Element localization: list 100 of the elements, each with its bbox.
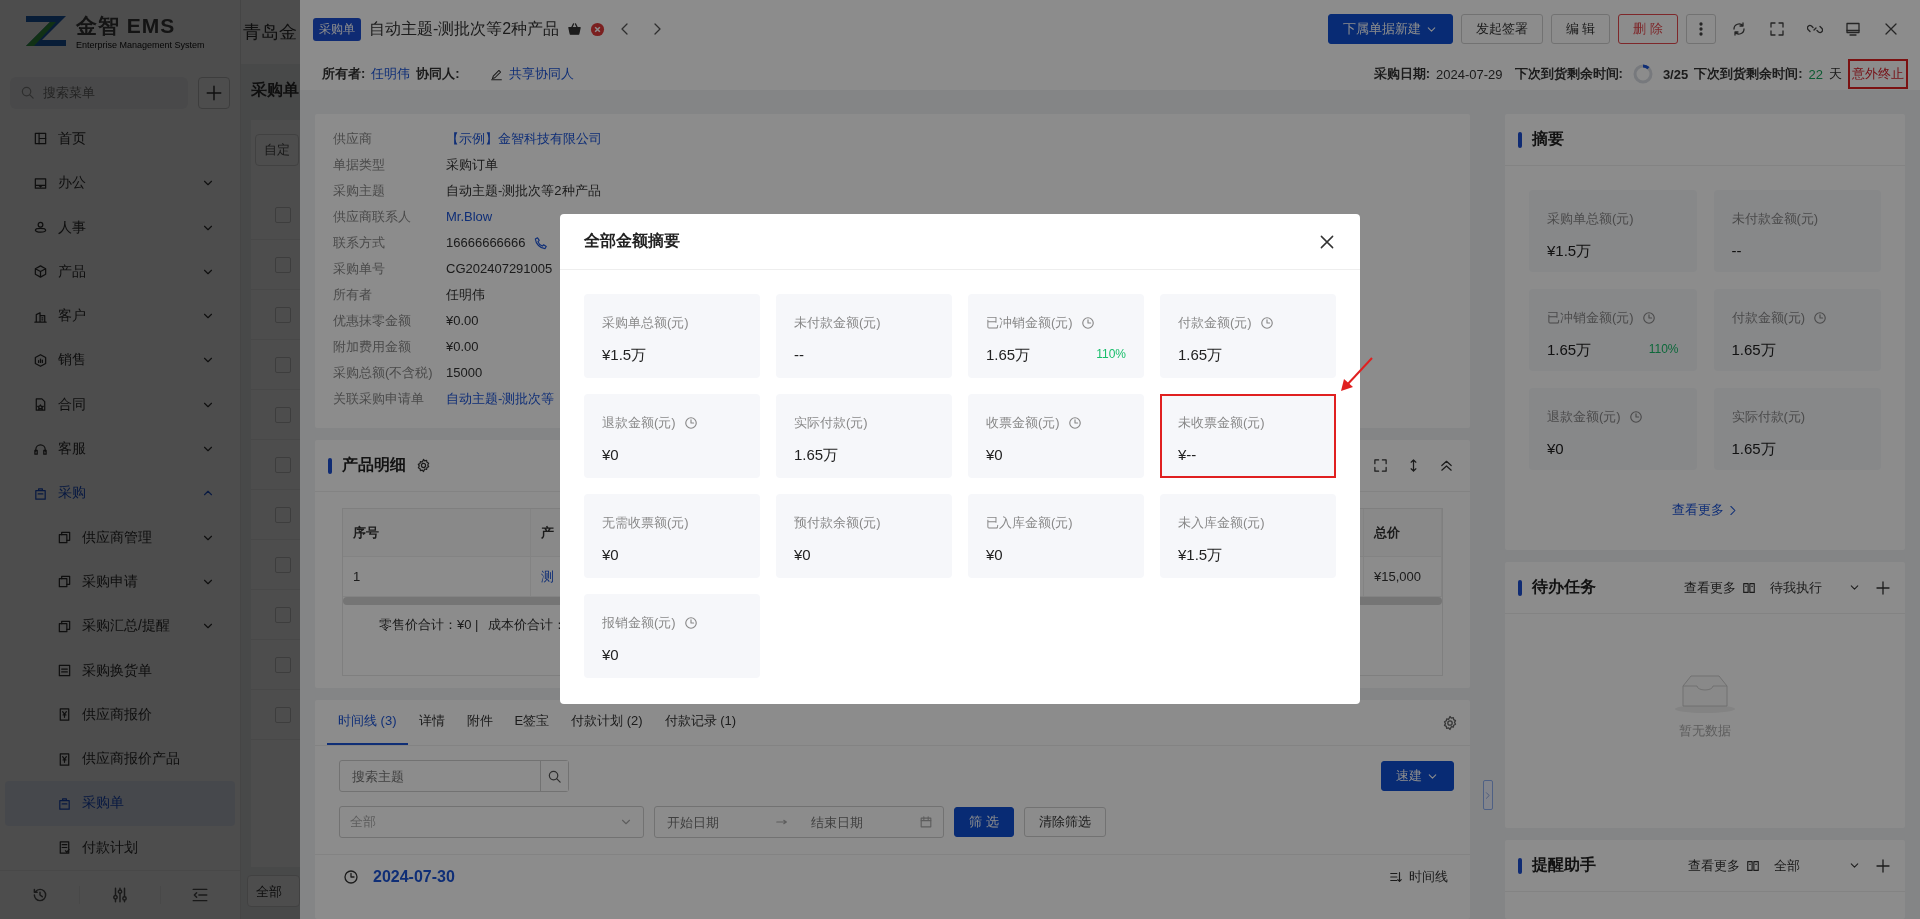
list-icon — [57, 663, 72, 679]
amount-value: 1.65万 — [986, 346, 1031, 365]
dialog-title: 全部金额摘要 — [584, 231, 680, 251]
field-value: 采购订单 — [446, 156, 498, 174]
end-date-field[interactable]: 结束日期 — [809, 813, 899, 831]
action-button[interactable]: 发起签署 — [1460, 14, 1543, 44]
menu-item[interactable]: 采购申请 — [5, 559, 235, 605]
start-date-field[interactable]: 开始日期 — [665, 813, 755, 831]
field-link[interactable]: 自动主题-测批次等 — [446, 386, 555, 412]
plus-icon[interactable] — [1875, 579, 1891, 596]
view-more-button[interactable]: 查看更多 — [1688, 856, 1760, 875]
section-title: 产品明细 — [342, 455, 406, 475]
menu-item[interactable]: 客服 — [5, 426, 235, 472]
amount-value: ¥1.5万 — [1547, 242, 1592, 261]
search-field[interactable]: 搜索主题 — [350, 767, 541, 785]
task-filter-select[interactable]: 待我执行 — [1770, 578, 1861, 597]
add-button[interactable] — [198, 76, 230, 109]
terminate-button[interactable]: 意外终止 — [1848, 59, 1908, 89]
scope-select[interactable]: 全部 — [247, 875, 300, 907]
amount-value: 1.65万 — [794, 446, 839, 465]
yen-document-icon — [57, 707, 72, 723]
column-header: 序号 — [343, 509, 531, 557]
tab[interactable]: 付款记录 (1) — [653, 699, 748, 745]
total-text: 零售价合计：¥0 | — [379, 616, 479, 634]
clock-icon — [1259, 316, 1274, 330]
settings-icon[interactable] — [1442, 714, 1458, 731]
timeline-date: 2024-07-30 — [373, 868, 455, 886]
section-marker — [1518, 131, 1522, 148]
company-name: 青岛金 — [241, 0, 300, 64]
phone-icon[interactable] — [533, 236, 548, 250]
double-chevron-up-icon[interactable] — [1439, 458, 1454, 473]
menu-item[interactable]: 办公 — [5, 161, 235, 206]
progress-ring — [1632, 64, 1653, 84]
search-button[interactable] — [540, 761, 568, 791]
menu-item[interactable]: 供应商报价产品 — [5, 737, 235, 782]
menu-item[interactable]: 人事 — [5, 205, 235, 250]
gear-icon[interactable] — [416, 458, 431, 473]
menu-item[interactable]: 产品 — [5, 249, 235, 295]
copy-icon — [57, 574, 72, 590]
share-link[interactable]: 共享协同人 — [508, 65, 574, 83]
search-box[interactable]: 搜索主题 — [339, 760, 569, 792]
section-title: 提醒助手 — [1532, 855, 1596, 875]
action-button[interactable]: 编 辑 — [1550, 14, 1611, 44]
expand-handle[interactable] — [1482, 780, 1493, 810]
more-button[interactable] — [1686, 14, 1716, 44]
plus-icon[interactable] — [1875, 857, 1891, 874]
document-type-badge: 采购单 — [313, 17, 361, 41]
field-link[interactable]: 【示例】金智科技有限公司 — [446, 126, 602, 152]
tab[interactable]: 付款计划 (2) — [560, 699, 654, 745]
reminder-filter-select[interactable]: 全部 — [1774, 856, 1861, 875]
brand-name: 金智 EMS — [76, 13, 177, 40]
person-icon — [33, 220, 48, 236]
menu-item[interactable]: 供应商报价 — [5, 692, 235, 737]
tab[interactable]: 详情 — [407, 699, 456, 745]
clock-icon — [343, 869, 359, 885]
clock-icon — [1067, 416, 1082, 430]
tab[interactable]: 时间线 (3) — [327, 699, 408, 745]
menu-item[interactable]: 采购汇总/提醒 — [5, 604, 235, 649]
close-icon — [1883, 21, 1899, 37]
amount-label: 未收票金额(元) — [1178, 414, 1265, 432]
clock-icon — [1080, 316, 1095, 330]
date-label: 采购日期: — [1373, 65, 1431, 83]
logo-icon — [24, 14, 68, 49]
pencil-icon — [489, 67, 503, 81]
owner-label: 所有者: — [322, 65, 366, 83]
menu-item[interactable]: 供应商管理 — [5, 515, 235, 560]
quick-create-button[interactable]: 速建 — [1381, 761, 1454, 791]
menu-item[interactable]: 首页 — [5, 116, 235, 162]
clock-icon — [1641, 311, 1656, 325]
amount-label: 付款金额(元) — [1731, 309, 1806, 327]
progress-text: 3/25 — [1662, 66, 1689, 82]
field-value: 任明伟 — [446, 286, 485, 304]
view-more-link[interactable]: 查看更多 — [1665, 500, 1745, 520]
owner-name[interactable]: 任明伟 — [371, 65, 411, 83]
days-unit: 天 — [1829, 65, 1842, 83]
chevron-right-icon — [1483, 790, 1492, 800]
tab[interactable]: 附件 — [455, 699, 504, 745]
field-link[interactable]: Mr.Blow — [446, 204, 493, 230]
menu-item[interactable]: 采购换货单 — [5, 648, 235, 693]
field-label: 单据类型 — [333, 156, 386, 174]
menu-item[interactable]: 付款计划 — [5, 825, 235, 870]
menu-item[interactable]: 客户 — [5, 294, 235, 339]
menu-item[interactable]: 采购 — [5, 471, 235, 516]
brand-tagline: Enterprise Management System — [76, 40, 205, 51]
action-button[interactable]: 删 除 — [1618, 14, 1678, 44]
percent-value: 110% — [1648, 342, 1679, 356]
field-label: 优惠抹零金额 — [333, 312, 412, 330]
filter-button[interactable]: 筛 选 — [954, 807, 1014, 837]
section-marker — [1518, 579, 1522, 596]
tab[interactable]: E签宝 — [503, 699, 561, 745]
clear-filter-button[interactable]: 清除筛选 — [1023, 807, 1106, 837]
field-label: 供应商 — [333, 130, 373, 148]
view-more-button[interactable]: 查看更多 — [1684, 578, 1756, 597]
fullscreen-icon[interactable] — [1373, 458, 1388, 473]
refresh-icon — [1731, 21, 1747, 37]
amount-label: 未入库金额(元) — [1178, 514, 1265, 532]
bag-icon — [33, 485, 48, 501]
action-button[interactable]: 下属单据新建 — [1327, 14, 1453, 44]
timeline-view-button[interactable]: 时间线 — [1383, 867, 1454, 887]
menu-item[interactable]: 销售 — [5, 338, 235, 383]
